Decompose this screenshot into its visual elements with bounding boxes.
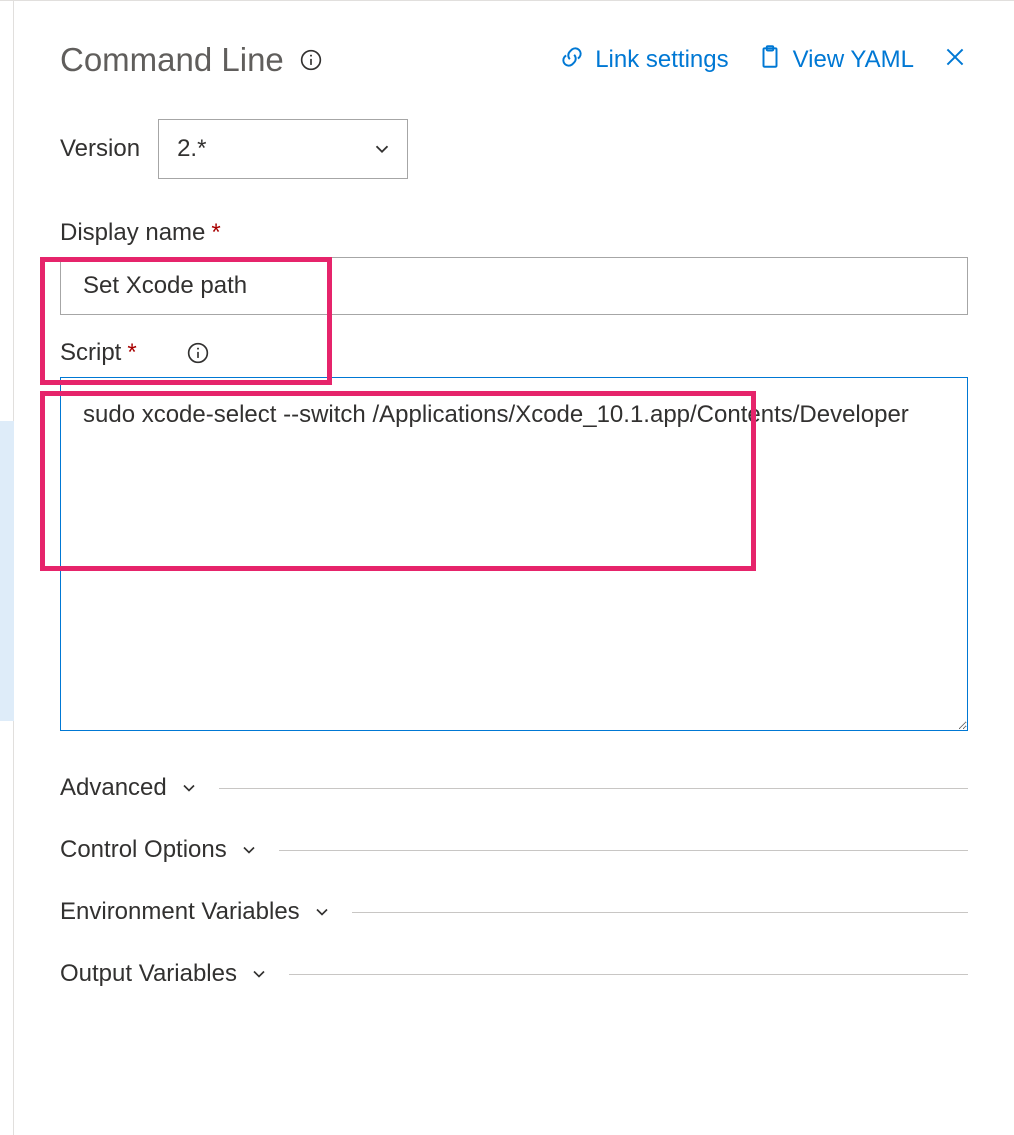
version-label: Version [60,135,140,163]
required-mark: * [211,219,220,247]
section-control-options-label: Control Options [60,836,227,864]
chevron-down-icon [371,138,393,160]
display-name-label: Display name [60,219,205,247]
clipboard-icon [757,44,783,77]
page-title: Command Line [60,41,284,79]
link-settings-label: Link settings [595,46,728,74]
chevron-down-icon [312,902,332,922]
view-yaml-button[interactable]: View YAML [757,44,914,77]
sidebar-stub [0,1,14,1135]
chevron-down-icon [179,778,199,798]
section-environment-variables[interactable]: Environment Variables [60,898,968,926]
version-value: 2.* [177,135,206,163]
info-icon[interactable] [300,49,322,71]
link-icon [559,44,585,77]
display-name-input[interactable] [60,257,968,315]
script-textarea[interactable] [60,377,968,731]
view-yaml-label: View YAML [793,46,914,74]
section-advanced[interactable]: Advanced [60,774,968,802]
close-icon [942,44,968,77]
chevron-down-icon [249,964,269,984]
section-advanced-label: Advanced [60,774,167,802]
required-mark: * [127,339,136,367]
section-output-variables[interactable]: Output Variables [60,960,968,988]
sidebar-selection-indicator [0,421,14,721]
section-control-options[interactable]: Control Options [60,836,968,864]
version-select[interactable]: 2.* [158,119,408,179]
link-settings-button[interactable]: Link settings [559,44,728,77]
section-env-label: Environment Variables [60,898,300,926]
close-button[interactable] [942,44,968,77]
section-output-label: Output Variables [60,960,237,988]
script-label: Script [60,339,121,367]
info-icon[interactable] [187,342,209,364]
chevron-down-icon [239,840,259,860]
